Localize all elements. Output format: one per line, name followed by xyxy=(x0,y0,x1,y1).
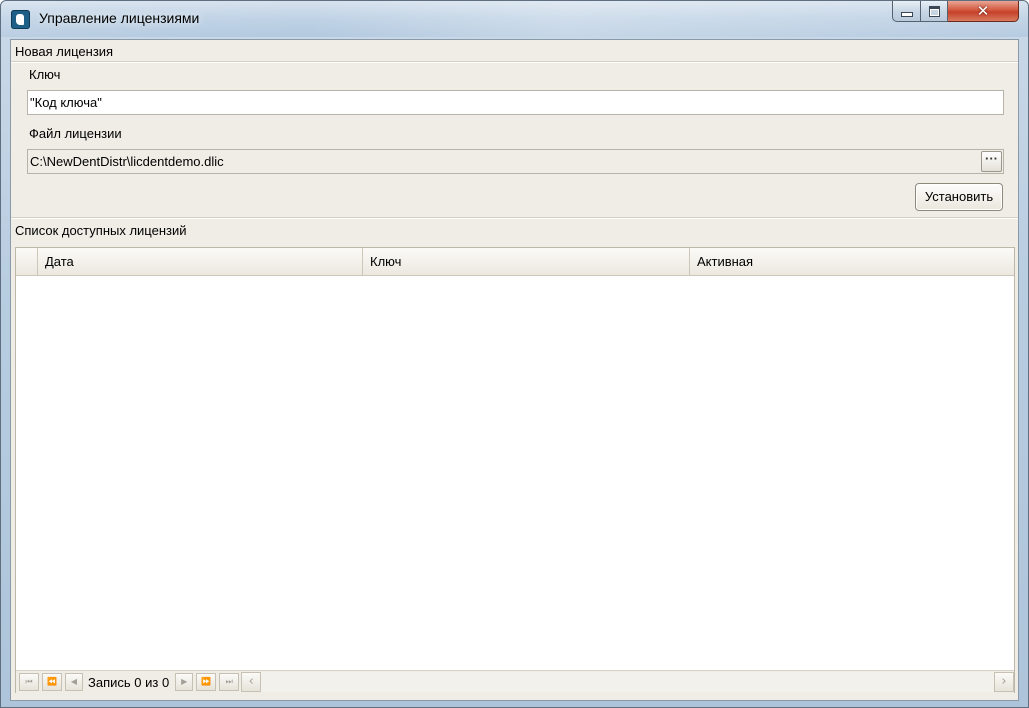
column-header-key[interactable]: Ключ xyxy=(363,248,690,275)
key-label: Ключ xyxy=(29,67,61,82)
column-header-active[interactable]: Активная xyxy=(690,248,1014,275)
prev-page-button[interactable]: ⏪ xyxy=(42,673,62,691)
next-record-button[interactable]: ▶ xyxy=(175,673,194,691)
licenses-grid[interactable]: Дата Ключ Активная ⏮ ⏪ ◀ Запись 0 из 0 ▶… xyxy=(15,247,1015,693)
grid-header: Дата Ключ Активная xyxy=(16,248,1014,276)
grid-navigator: ⏮ ⏪ ◀ Запись 0 из 0 ▶ ⏩ ⏭ ‹ › xyxy=(16,670,1014,693)
license-file-label: Файл лицензии xyxy=(29,126,122,141)
group-divider xyxy=(11,61,1018,63)
prev-record-button[interactable]: ◀ xyxy=(65,673,83,691)
record-counter: Запись 0 из 0 xyxy=(88,674,170,690)
license-management-window: Управление лицензиями ✕ Новая лицензия К… xyxy=(0,0,1029,708)
tooth-app-icon xyxy=(11,10,30,29)
title-bar[interactable]: Управление лицензиями ✕ xyxy=(1,1,1028,37)
maximize-button[interactable] xyxy=(921,1,948,22)
key-input[interactable] xyxy=(27,90,1004,115)
maximize-icon xyxy=(928,5,940,17)
row-indicator-header xyxy=(16,248,38,275)
group-divider xyxy=(11,217,1018,219)
new-license-group-title: Новая лицензия xyxy=(15,44,114,59)
available-licenses-group-title: Список доступных лицензий xyxy=(15,223,187,238)
close-button[interactable]: ✕ xyxy=(948,1,1019,22)
install-button[interactable]: Установить xyxy=(915,183,1003,211)
column-header-date[interactable]: Дата xyxy=(38,248,363,275)
scroll-left-button[interactable]: ‹ xyxy=(241,672,262,692)
first-record-button[interactable]: ⏮ xyxy=(19,673,39,691)
next-page-button[interactable]: ⏩ xyxy=(196,673,217,691)
license-file-input[interactable] xyxy=(27,149,1004,174)
minimize-button[interactable] xyxy=(892,1,921,22)
scroll-right-button[interactable]: › xyxy=(994,672,1014,692)
horizontal-scroll-track[interactable] xyxy=(261,672,994,692)
close-icon: ✕ xyxy=(976,2,990,20)
window-title: Управление лицензиями xyxy=(39,10,200,26)
minimize-icon xyxy=(900,12,913,17)
browse-file-button[interactable]: ··· xyxy=(981,151,1002,172)
last-record-button[interactable]: ⏭ xyxy=(219,673,240,691)
client-area: Новая лицензия Ключ Файл лицензии ··· Ус… xyxy=(10,39,1019,701)
